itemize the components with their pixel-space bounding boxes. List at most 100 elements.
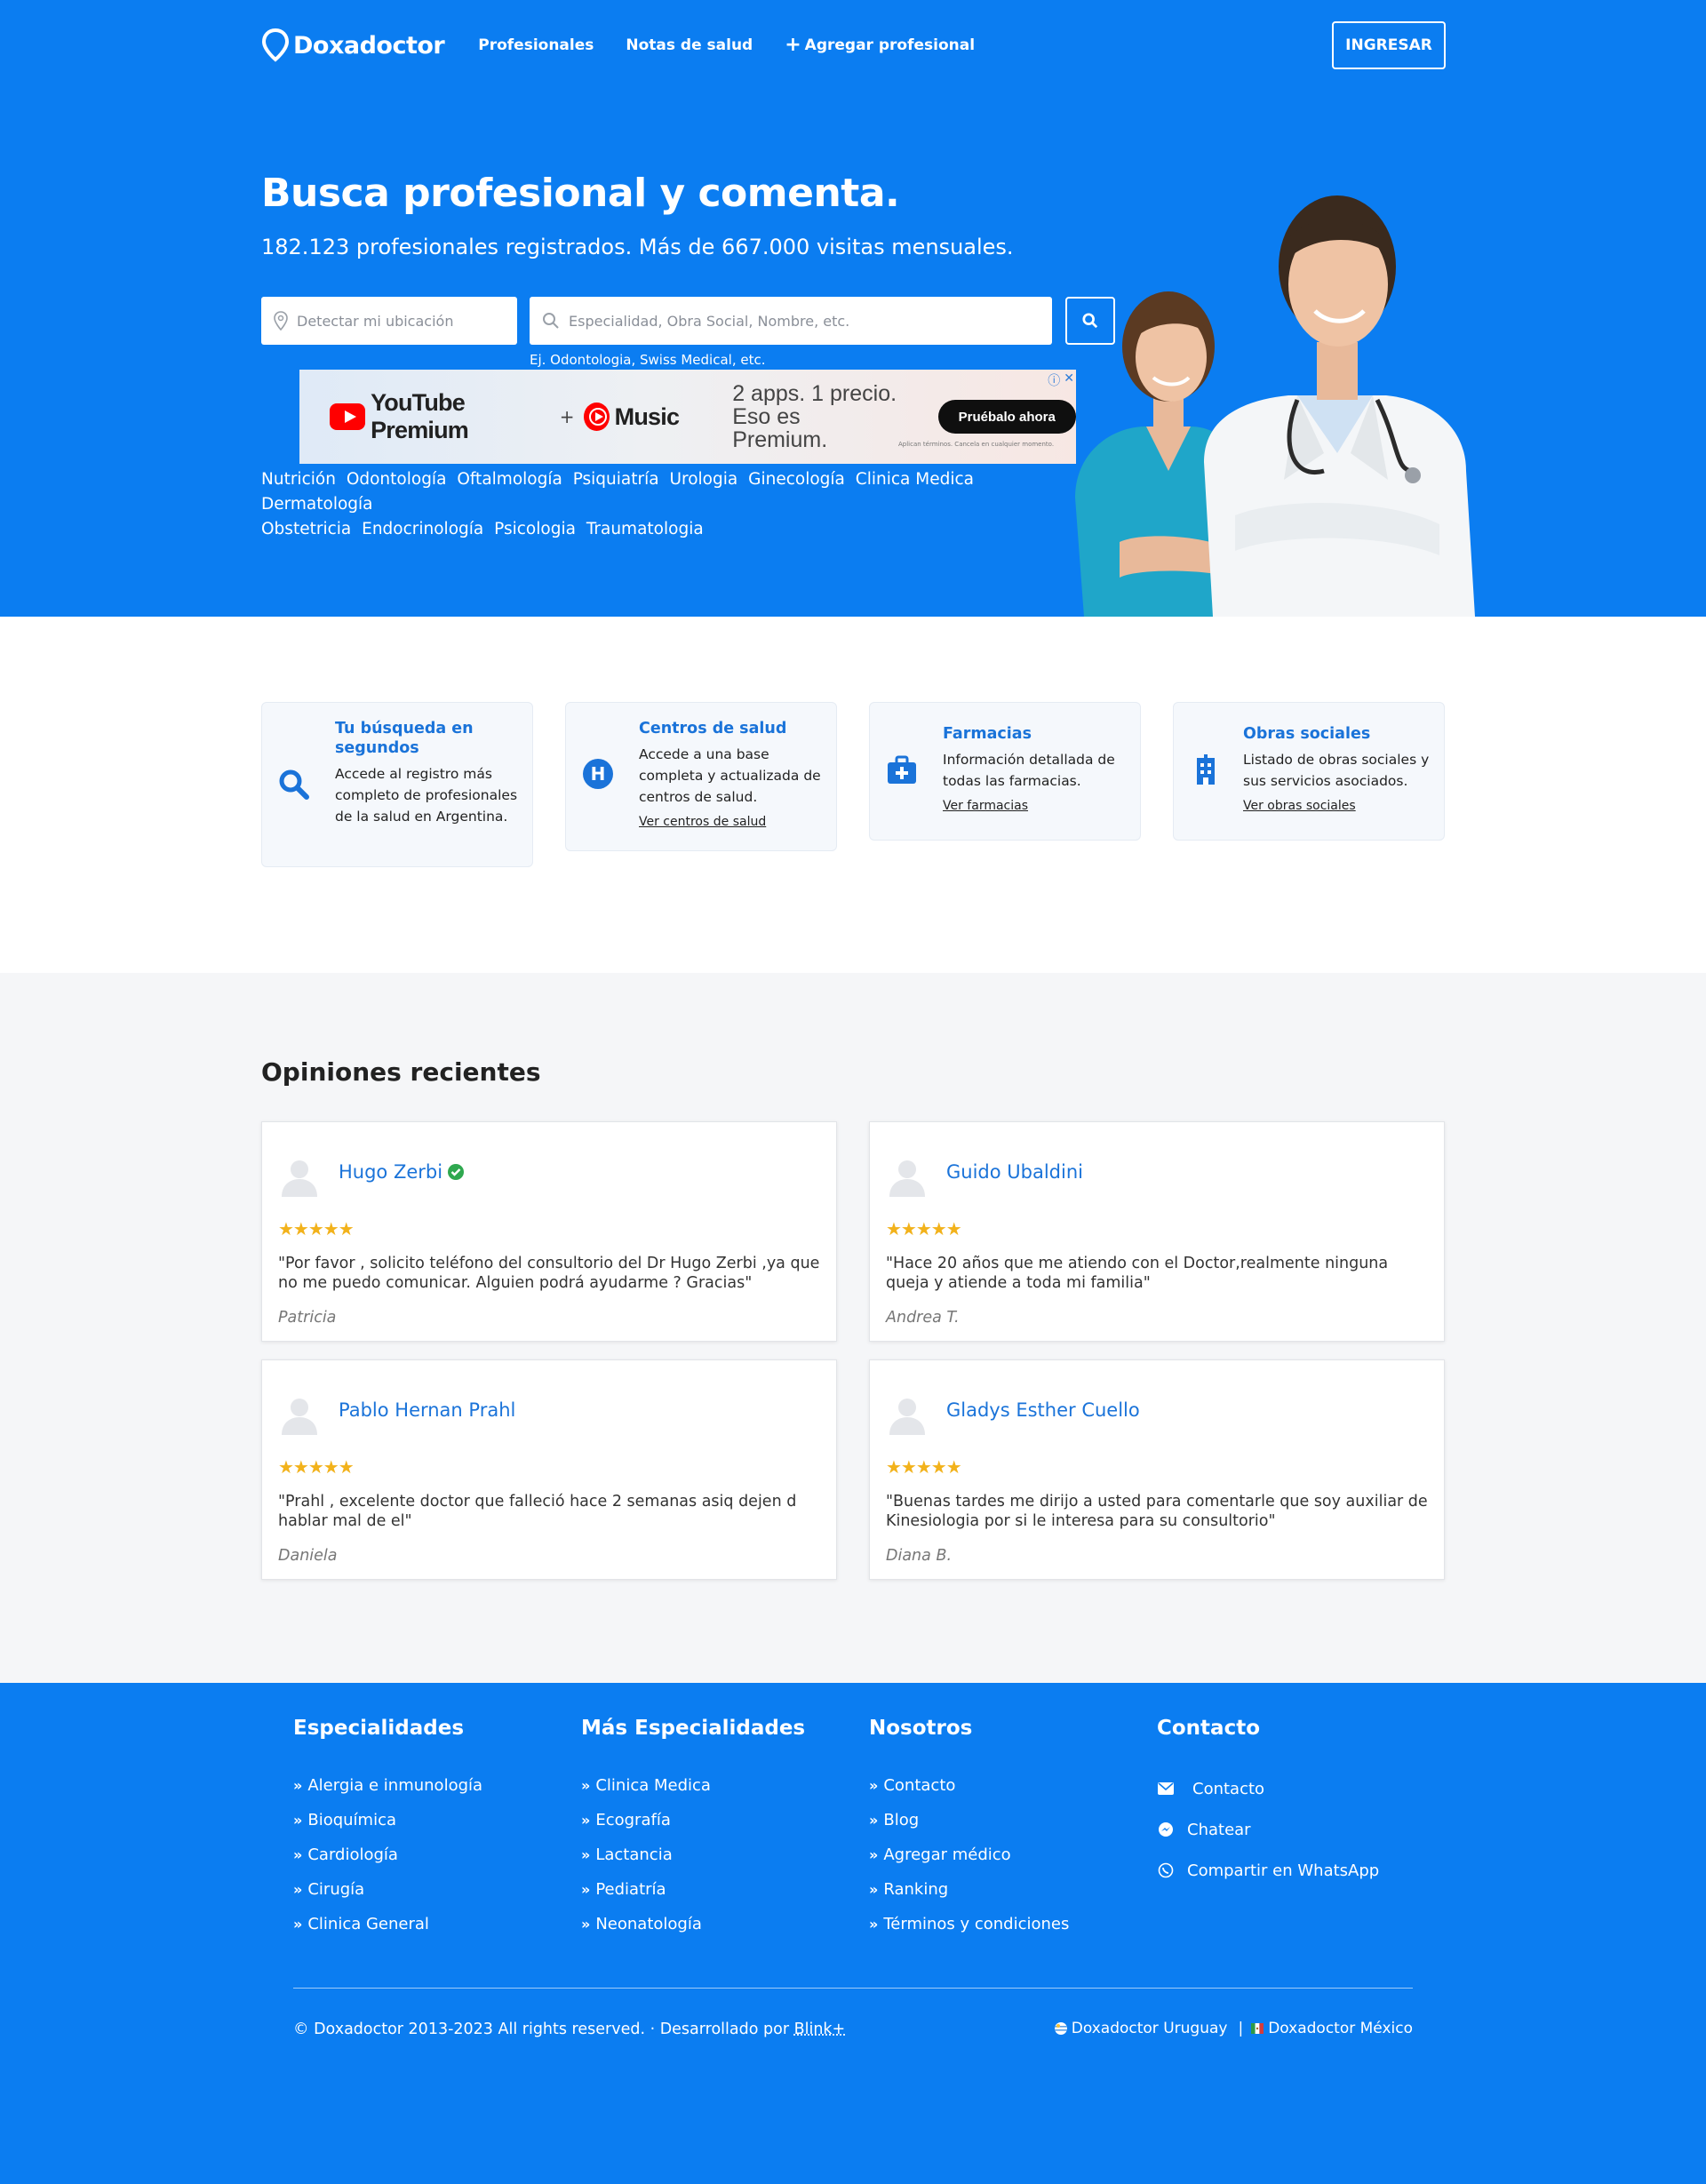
contact-whatsapp-link[interactable]: Compartir en WhatsApp — [1157, 1850, 1379, 1891]
professional-name[interactable]: Hugo Zerbi — [339, 1161, 442, 1183]
login-button[interactable]: INGRESAR — [1332, 21, 1446, 69]
rating-stars: ★★★★★ — [886, 1456, 962, 1478]
specialty-link[interactable]: Ginecología — [748, 470, 845, 489]
search-input[interactable] — [569, 312, 1002, 330]
ad-cta-button[interactable]: Pruébalo ahora — [937, 400, 1076, 434]
footer-col-mas-especialidades: Más Especialidades » Clinica Medica » Ecog… — [581, 1717, 805, 1941]
top-nav: Doxadoctor Profesionales Notas de salud … — [261, 21, 1007, 69]
opinion-card[interactable]: Gladys Esther Cuello ★★★★★ "Buenas tarde… — [869, 1359, 1445, 1580]
site-uruguay-link[interactable]: Doxadoctor Uruguay — [1072, 2020, 1228, 2037]
specialty-link[interactable]: Traumatologia — [586, 520, 704, 538]
footer-link[interactable]: » Alergia e inmunología — [293, 1768, 482, 1803]
opinion-card[interactable]: Pablo Hernan Prahl ★★★★★ "Prahl , excele… — [261, 1359, 837, 1580]
contact-label: Compartir en WhatsApp — [1187, 1861, 1380, 1880]
building-icon — [1197, 754, 1215, 785]
location-field[interactable] — [261, 297, 517, 345]
specialty-link[interactable]: Endocrinología — [362, 520, 483, 538]
footer-link[interactable]: » Cirugía — [293, 1872, 482, 1907]
specialty-link[interactable]: Nutrición — [261, 470, 336, 489]
footer-link[interactable]: » Contacto — [869, 1768, 1069, 1803]
opinion-text: "Por favor , solicito teléfono del consu… — [278, 1255, 820, 1292]
contact-label: Chatear — [1187, 1820, 1251, 1839]
footer-col-title: Contacto — [1157, 1717, 1260, 1740]
nav-notas-de-salud[interactable]: Notas de salud — [626, 36, 753, 55]
search-icon — [543, 313, 559, 329]
specialty-link[interactable]: Psicologia — [494, 520, 576, 538]
footer-link[interactable]: » Agregar médico — [869, 1837, 1069, 1872]
copyright: © Doxadoctor 2013-2023 All rights reserv… — [293, 2021, 845, 2038]
footer-link[interactable]: » Bioquímica — [293, 1803, 482, 1837]
opinion-card[interactable]: Hugo Zerbi ★★★★★ "Por favor , solicito t… — [261, 1121, 837, 1342]
opinion-author: Patricia — [278, 1309, 337, 1327]
location-pin-icon — [261, 28, 290, 62]
specialty-link[interactable]: Urologia — [669, 470, 737, 489]
specialty-link[interactable]: Clinica Medica — [856, 470, 974, 489]
map-pin-icon — [274, 311, 288, 331]
footer-link-label: Ranking — [883, 1880, 949, 1899]
search-field[interactable] — [530, 297, 1052, 345]
youtube-music-icon — [583, 403, 610, 431]
specialty-link[interactable]: Oftalmología — [457, 470, 562, 489]
contact-chat-link[interactable]: Chatear — [1157, 1809, 1379, 1850]
feature-link[interactable]: Ver obras sociales — [1243, 799, 1356, 813]
ad-banner[interactable]: ⓘ ✕ YouTube Premium + Music 2 apps. 1 pr… — [299, 370, 1076, 464]
contact-email-link[interactable]: Contacto — [1157, 1768, 1379, 1809]
feature-card-search: Tu búsqueda en segundos Accede al regist… — [261, 702, 533, 867]
double-chevron-icon: » — [293, 1777, 302, 1794]
blink-link[interactable]: Blink+ — [794, 2021, 846, 2038]
contact-label: Contacto — [1192, 1779, 1265, 1798]
footer-link[interactable]: » Cardiología — [293, 1837, 482, 1872]
footer-col-title: Nosotros — [869, 1717, 973, 1740]
footer-link[interactable]: » Ranking — [869, 1872, 1069, 1907]
copyright-text: © Doxadoctor 2013-2023 All rights reserv… — [293, 2021, 794, 2038]
footer-link-label: Agregar médico — [883, 1845, 1011, 1864]
medkit-icon — [888, 755, 916, 784]
specialty-link[interactable]: Dermatología — [261, 495, 373, 514]
hero-subtitle: 182.123 profesionales registrados. Más d… — [261, 235, 1014, 259]
messenger-icon — [1159, 1822, 1173, 1837]
location-input[interactable] — [297, 312, 504, 330]
double-chevron-icon: » — [293, 1916, 302, 1933]
footer-col-title: Especialidades — [293, 1717, 465, 1740]
footer-link[interactable]: » Neonatología — [581, 1907, 805, 1941]
avatar — [889, 1160, 925, 1197]
professional-name[interactable]: Gladys Esther Cuello — [946, 1399, 1140, 1421]
footer-link[interactable]: » Pediatría — [581, 1872, 805, 1907]
ad-fine-print: Aplican términos. Cancela en cualquier m… — [898, 441, 1055, 448]
footer-link[interactable]: » Blog — [869, 1803, 1069, 1837]
footer-link-label: Términos y condiciones — [883, 1915, 1070, 1933]
feature-link[interactable]: Ver farmacias — [943, 799, 1028, 813]
professional-name[interactable]: Guido Ubaldini — [946, 1161, 1083, 1183]
nav-profesionales[interactable]: Profesionales — [478, 36, 594, 55]
logo[interactable]: Doxadoctor — [261, 28, 445, 62]
ad-brand: YouTube Premium — [371, 389, 469, 443]
footer-col-nosotros: Nosotros » Contacto » Blog » Agregar médico… — [869, 1717, 1069, 1941]
country-sites: Doxadoctor Uruguay | Doxadoctor México — [1054, 2020, 1413, 2037]
footer-link-label: Cirugía — [307, 1880, 365, 1899]
footer-link[interactable]: » Clinica General — [293, 1907, 482, 1941]
footer-col-title: Más Especialidades — [581, 1717, 806, 1740]
nav-agregar-label: Agregar profesional — [804, 36, 976, 54]
professional-name[interactable]: Pablo Hernan Prahl — [339, 1399, 515, 1421]
double-chevron-icon: » — [869, 1846, 878, 1863]
specialty-link[interactable]: Psiquiatría — [573, 470, 659, 489]
double-chevron-icon: » — [869, 1916, 878, 1933]
footer-link[interactable]: » Clinica Medica — [581, 1768, 805, 1803]
envelope-icon — [1158, 1782, 1174, 1795]
site-mexico-link[interactable]: Doxadoctor México — [1268, 2020, 1413, 2037]
footer-link-label: Clinica General — [307, 1915, 429, 1933]
footer-link[interactable]: » Términos y condiciones — [869, 1907, 1069, 1941]
double-chevron-icon: » — [869, 1777, 878, 1794]
nav-agregar-profesional[interactable]: + Agregar profesional — [785, 36, 975, 55]
feature-card-health-insurance: Obras sociales Listado de obras sociales… — [1173, 702, 1445, 841]
footer-link-label: Neonatología — [595, 1915, 702, 1933]
footer-link[interactable]: » Ecografía — [581, 1803, 805, 1837]
footer-link-label: Alergia e inmunología — [307, 1776, 483, 1795]
feature-desc: Listado de obras sociales y sus servicio… — [1243, 752, 1430, 789]
opinion-card[interactable]: Guido Ubaldini ★★★★★ "Hace 20 años que m… — [869, 1121, 1445, 1342]
feature-card-pharmacies: Farmacias Información detallada de todas… — [869, 702, 1141, 841]
feature-link[interactable]: Ver centros de salud — [639, 815, 766, 829]
footer-link[interactable]: » Lactancia — [581, 1837, 805, 1872]
specialty-link[interactable]: Obstetricia — [261, 520, 351, 538]
specialty-link[interactable]: Odontología — [347, 470, 447, 489]
